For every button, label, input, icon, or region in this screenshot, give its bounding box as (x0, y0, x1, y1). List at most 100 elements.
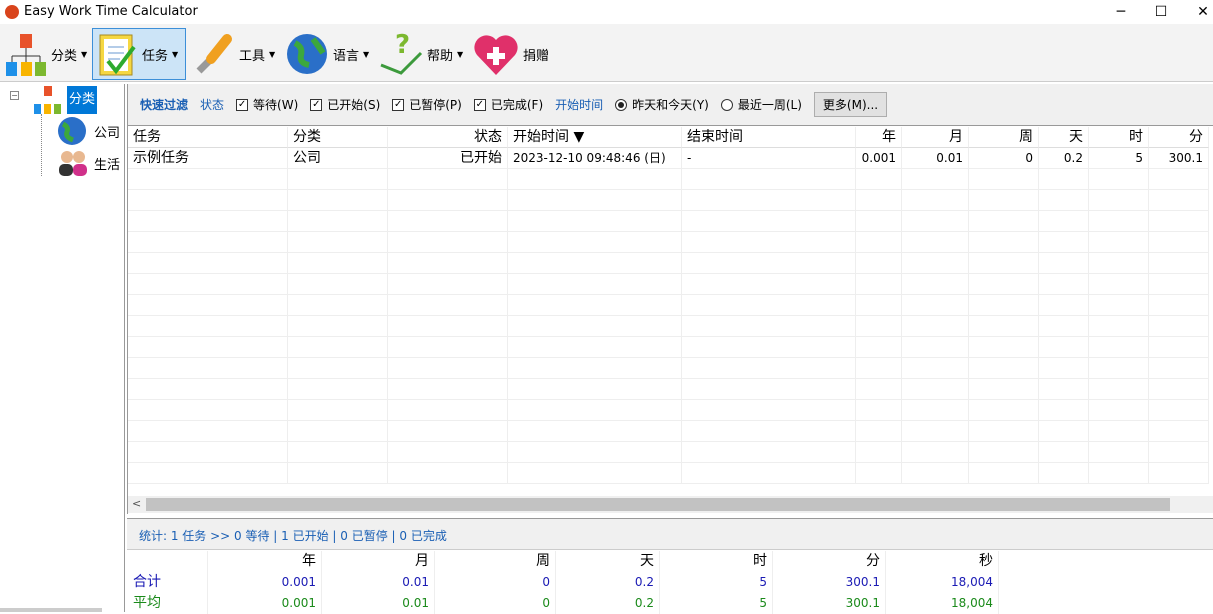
empty-cell (1149, 463, 1209, 484)
chevron-down-icon: ▼ (81, 49, 88, 59)
empty-cell (1039, 169, 1089, 190)
empty-cell (388, 211, 508, 232)
language-menu-button[interactable]: 语言 ▼ (282, 28, 372, 80)
help-menu-button[interactable]: ? 帮助 ▼ (376, 28, 466, 80)
empty-cell (1039, 211, 1089, 232)
empty-cell (288, 400, 388, 421)
empty-cell (1149, 379, 1209, 400)
empty-cell (508, 190, 682, 211)
column-header[interactable]: 时 (1089, 127, 1149, 148)
filter-paused-checkbox[interactable]: ✓ 已暂停(P) (392, 96, 462, 113)
filter-started-checkbox[interactable]: ✓ 已开始(S) (310, 96, 380, 113)
radio-last-week[interactable]: 最近一周(L) (720, 96, 802, 113)
empty-cell (388, 274, 508, 295)
category-menu-button[interactable]: 分类 ▼ (2, 28, 90, 80)
column-header[interactable]: 周 (969, 127, 1039, 148)
column-header[interactable]: 月 (902, 127, 969, 148)
summary-cell: 0 (435, 593, 556, 614)
task-table: 任务 分类 状态 开始时间 ▼ 结束时间年月周天时分示例任务 公司 已开始 2023-12-1… (128, 127, 1209, 484)
empty-cell (128, 295, 288, 316)
quick-filter-label: 快速过滤 (140, 98, 189, 112)
svg-text:?: ? (395, 30, 410, 60)
more-button[interactable]: 更多(M)... (813, 92, 888, 117)
tree-scrollbar[interactable] (0, 608, 102, 612)
table-cell: 5 (1089, 148, 1149, 169)
summary-cell: 0.01 (322, 572, 435, 593)
summary-table: 年月周天时分秒合计 0.001 0.01 0 0.2 5 300.1 18,004 平均 0.00… (128, 551, 999, 614)
table-cell: 2023-12-10 09:48:46 (日) (508, 148, 682, 169)
empty-cell (388, 253, 508, 274)
tree-item-life[interactable]: 生活 (94, 154, 120, 173)
empty-cell (856, 211, 902, 232)
empty-cell (128, 253, 288, 274)
empty-cell (1149, 211, 1209, 232)
empty-cell (288, 421, 388, 442)
statistics-bar: 统计: 1 任务 >> 0 等待 | 1 已开始 | 0 已暂停 | 0 已完成 (127, 518, 1213, 550)
collapse-toggle[interactable]: − (10, 91, 19, 100)
empty-cell (902, 316, 969, 337)
empty-cell (969, 295, 1039, 316)
empty-cell (856, 169, 902, 190)
tree-item-company[interactable]: 公司 (94, 122, 120, 141)
empty-cell (128, 169, 288, 190)
empty-cell (969, 337, 1039, 358)
column-header[interactable]: 状态 (388, 127, 508, 148)
column-header[interactable]: 结束时间 (682, 127, 856, 148)
summary-cell: 0.001 (208, 572, 322, 593)
empty-cell (288, 274, 388, 295)
summary-header: 时 (660, 551, 773, 572)
empty-cell (902, 190, 969, 211)
task-menu-button[interactable]: 任务 ▼ (92, 28, 186, 80)
heart-plus-icon (474, 35, 518, 75)
table-cell: 0.01 (902, 148, 969, 169)
empty-cell (1149, 358, 1209, 379)
filter-waiting-checkbox[interactable]: ✓ 等待(W) (236, 96, 298, 113)
summary-header: 秒 (886, 551, 999, 572)
empty-cell (1149, 169, 1209, 190)
empty-cell (1089, 211, 1149, 232)
column-header[interactable]: 任务 (128, 127, 288, 148)
column-header[interactable]: 年 (856, 127, 902, 148)
empty-cell (288, 169, 388, 190)
empty-cell (969, 169, 1039, 190)
empty-cell (1149, 232, 1209, 253)
empty-cell (682, 337, 856, 358)
empty-cell (508, 295, 682, 316)
column-header[interactable]: 分 (1149, 127, 1209, 148)
summary-row-label: 合计 (128, 572, 208, 593)
empty-cell (508, 232, 682, 253)
maximize-button[interactable]: ☐ (1138, 0, 1184, 24)
toolbar: 分类 ▼ 任务 ▼ 工具 ▼ 语言 ▼ ? 帮助 ▼ 捐赠 (0, 24, 1213, 82)
empty-cell (682, 463, 856, 484)
table-cell: 0.001 (856, 148, 902, 169)
empty-cell (388, 232, 508, 253)
title-bar: Easy Work Time Calculator ─ ☐ ✕ (0, 0, 1213, 24)
empty-cell (1039, 463, 1089, 484)
column-header[interactable]: 天 (1039, 127, 1089, 148)
empty-cell (288, 379, 388, 400)
radio-yesterday-today[interactable]: 昨天和今天(Y) (615, 96, 709, 113)
empty-cell (969, 442, 1039, 463)
empty-cell (388, 337, 508, 358)
empty-cell (508, 463, 682, 484)
empty-cell (682, 358, 856, 379)
empty-cell (508, 316, 682, 337)
empty-cell (1149, 400, 1209, 421)
empty-cell (388, 421, 508, 442)
tools-menu-button[interactable]: 工具 ▼ (188, 28, 278, 80)
checkbox-icon: ✓ (392, 98, 405, 111)
horizontal-scrollbar[interactable]: < (128, 496, 1213, 513)
scrollbar-thumb[interactable] (146, 498, 1170, 511)
empty-cell (682, 400, 856, 421)
column-header[interactable]: 开始时间 ▼ (508, 127, 682, 148)
close-button[interactable]: ✕ (1180, 0, 1213, 24)
filter-finished-checkbox[interactable]: ✓ 已完成(F) (473, 96, 543, 113)
donate-button[interactable]: 捐赠 (470, 28, 552, 80)
tree-root[interactable]: 分类 (67, 86, 98, 114)
empty-cell (1089, 232, 1149, 253)
empty-cell (128, 379, 288, 400)
empty-cell (969, 316, 1039, 337)
empty-cell (288, 337, 388, 358)
globe-icon (58, 117, 86, 145)
column-header[interactable]: 分类 (288, 127, 388, 148)
